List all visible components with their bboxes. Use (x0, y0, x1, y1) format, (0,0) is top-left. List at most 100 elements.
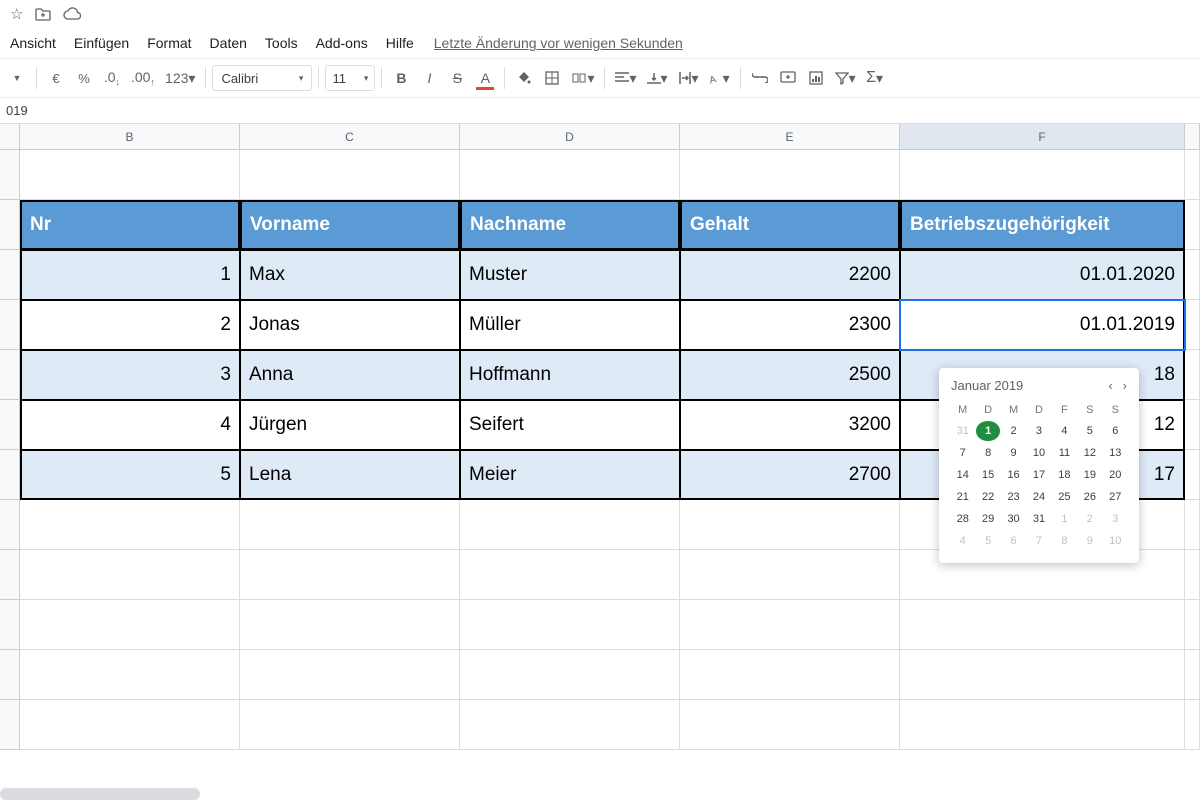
row-header[interactable] (0, 650, 20, 700)
cell[interactable] (460, 500, 680, 550)
cell-nr[interactable]: 4 (20, 400, 240, 450)
cell[interactable] (1185, 300, 1200, 350)
corner-cell[interactable] (0, 124, 20, 149)
th-nr[interactable]: Nr (20, 200, 240, 250)
cell[interactable] (20, 500, 240, 550)
col-header-G[interactable] (1185, 124, 1200, 149)
wrap-button[interactable]: ▾ (674, 64, 703, 92)
cell-vorname[interactable]: Jonas (240, 300, 460, 350)
calendar-day[interactable]: 16 (1002, 465, 1025, 485)
th-vorname[interactable]: Vorname (240, 200, 460, 250)
calendar-day[interactable]: 20 (1104, 465, 1127, 485)
col-header-F[interactable]: F (900, 124, 1185, 149)
cell-nachname[interactable]: Seifert (460, 400, 680, 450)
cell[interactable] (1185, 400, 1200, 450)
calendar-day[interactable]: 11 (1053, 443, 1076, 463)
cell[interactable] (20, 550, 240, 600)
calendar-day[interactable]: 27 (1104, 487, 1127, 507)
prev-month-icon[interactable]: ‹ (1108, 378, 1112, 393)
col-header-D[interactable]: D (460, 124, 680, 149)
cell-nachname[interactable]: Muster (460, 250, 680, 300)
calendar-day[interactable]: 3 (1027, 421, 1050, 441)
cloud-icon[interactable] (63, 7, 81, 21)
th-nachname[interactable]: Nachname (460, 200, 680, 250)
cell[interactable] (900, 150, 1185, 200)
borders-button[interactable] (539, 64, 565, 92)
functions-button[interactable]: Σ▾ (862, 64, 888, 92)
cell[interactable] (1185, 650, 1200, 700)
valign-button[interactable]: ▾ (643, 64, 672, 92)
next-month-icon[interactable]: › (1123, 378, 1127, 393)
cell[interactable] (1185, 150, 1200, 200)
rotate-button[interactable]: A▾ (705, 64, 734, 92)
font-select[interactable]: Calibri▾ (212, 65, 312, 91)
text-color-button[interactable]: A (472, 64, 498, 92)
increase-decimal-button[interactable]: .00↑ (127, 64, 159, 92)
row-header[interactable] (0, 700, 20, 750)
cell-gehalt[interactable]: 2500 (680, 350, 900, 400)
cell[interactable] (680, 150, 900, 200)
row-header[interactable] (0, 250, 20, 300)
strikethrough-button[interactable]: S (444, 64, 470, 92)
cell-nachname[interactable]: Müller (460, 300, 680, 350)
calendar-day[interactable]: 26 (1078, 487, 1101, 507)
calendar-day[interactable]: 5 (976, 531, 999, 551)
number-format-button[interactable]: 123▾ (161, 64, 199, 92)
cell-datum[interactable]: 01.01.2019 (900, 300, 1185, 350)
cell[interactable] (900, 650, 1185, 700)
col-header-B[interactable]: B (20, 124, 240, 149)
cell[interactable] (20, 150, 240, 200)
cell[interactable] (20, 700, 240, 750)
cell[interactable] (240, 700, 460, 750)
fill-color-button[interactable] (511, 64, 537, 92)
merge-button[interactable]: ▾ (567, 64, 598, 92)
move-folder-icon[interactable] (35, 7, 51, 21)
row-header[interactable] (0, 450, 20, 500)
calendar-day[interactable]: 9 (1078, 531, 1101, 551)
link-button[interactable] (747, 64, 773, 92)
calendar-day[interactable]: 10 (1027, 443, 1050, 463)
calendar-day[interactable]: 29 (976, 509, 999, 529)
cell[interactable] (1185, 550, 1200, 600)
row-header[interactable] (0, 350, 20, 400)
cell[interactable] (240, 500, 460, 550)
horizontal-scrollbar[interactable] (0, 788, 200, 800)
calendar-day[interactable]: 6 (1002, 531, 1025, 551)
last-edit-link[interactable]: Letzte Änderung vor wenigen Sekunden (434, 35, 683, 51)
calendar-day[interactable]: 31 (1027, 509, 1050, 529)
col-header-C[interactable]: C (240, 124, 460, 149)
cell[interactable] (240, 650, 460, 700)
row-header[interactable] (0, 400, 20, 450)
formula-bar[interactable]: 019 (0, 98, 1200, 124)
cell[interactable] (460, 150, 680, 200)
italic-button[interactable]: I (416, 64, 442, 92)
calendar-day[interactable]: 1 (976, 421, 999, 441)
cell-nachname[interactable]: Hoffmann (460, 350, 680, 400)
date-picker[interactable]: Januar 2019 ‹ › MDMDFSS31123456789101112… (939, 368, 1139, 563)
menu-daten[interactable]: Daten (202, 31, 255, 55)
cell[interactable] (680, 600, 900, 650)
cell-nachname[interactable]: Meier (460, 450, 680, 500)
calendar-day[interactable]: 14 (951, 465, 974, 485)
calendar-day[interactable]: 21 (951, 487, 974, 507)
calendar-day[interactable]: 6 (1104, 421, 1127, 441)
cell[interactable] (460, 650, 680, 700)
calendar-day[interactable]: 1 (1053, 509, 1076, 529)
cell[interactable] (680, 550, 900, 600)
cell-vorname[interactable]: Max (240, 250, 460, 300)
font-size-select[interactable]: 11▾ (325, 65, 375, 91)
cell-nr[interactable]: 2 (20, 300, 240, 350)
cell-nr[interactable]: 5 (20, 450, 240, 500)
cell-nr[interactable]: 1 (20, 250, 240, 300)
cell-datum[interactable]: 01.01.2020 (900, 250, 1185, 300)
cell[interactable] (240, 550, 460, 600)
calendar-day[interactable]: 13 (1104, 443, 1127, 463)
chart-button[interactable] (803, 64, 829, 92)
currency-button[interactable]: € (43, 64, 69, 92)
menu-format[interactable]: Format (139, 31, 199, 55)
cell[interactable] (900, 700, 1185, 750)
calendar-day[interactable]: 22 (976, 487, 999, 507)
th-gehalt[interactable]: Gehalt (680, 200, 900, 250)
calendar-day[interactable]: 3 (1104, 509, 1127, 529)
halign-button[interactable]: ▾ (611, 64, 640, 92)
